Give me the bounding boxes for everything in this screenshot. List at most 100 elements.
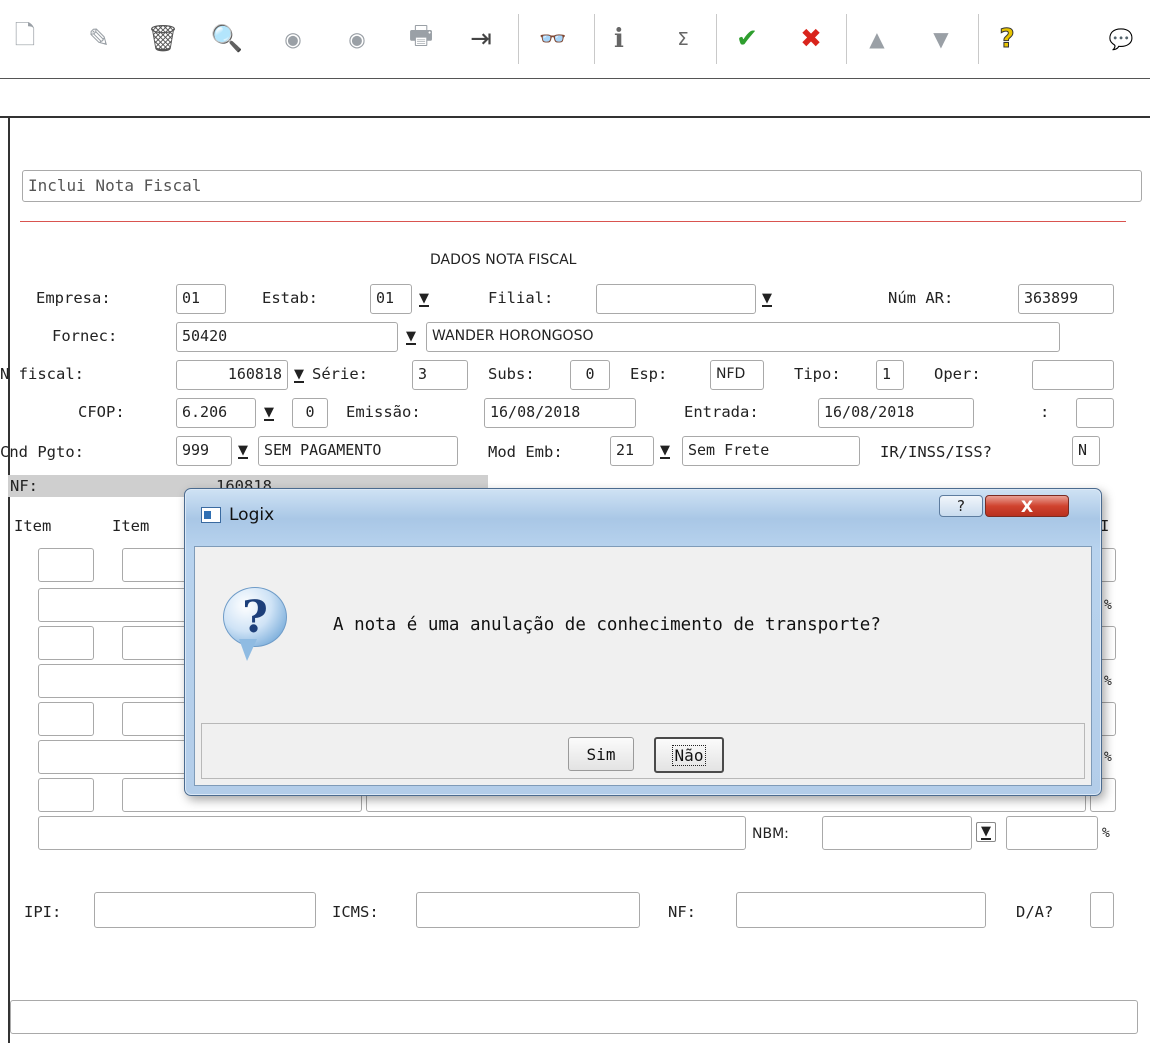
prev-icon[interactable]: ◉ bbox=[276, 22, 310, 56]
empresa-label: Empresa: bbox=[36, 289, 111, 307]
dialog-title: Logix bbox=[229, 505, 275, 525]
entrada-label: Entrada: bbox=[684, 403, 759, 421]
item-row-1-desc[interactable] bbox=[38, 588, 198, 622]
sigma-icon[interactable]: Σ bbox=[666, 22, 700, 56]
pct-input[interactable] bbox=[1006, 816, 1098, 850]
edit-icon[interactable]: ✎ bbox=[82, 22, 116, 56]
confirm-dialog: Logix ? X ? A nota é uma anulação de con… bbox=[184, 488, 1102, 796]
nf-label: NF: bbox=[10, 477, 38, 495]
num-ar-input[interactable]: 363899 bbox=[1018, 284, 1114, 314]
cfop-seq-input[interactable]: 0 bbox=[292, 398, 328, 428]
filial-input[interactable] bbox=[596, 284, 756, 314]
question-icon: ? bbox=[223, 587, 287, 647]
empresa-input[interactable]: 01 bbox=[176, 284, 226, 314]
up-icon[interactable]: ▲ bbox=[860, 22, 894, 56]
extra-input[interactable] bbox=[1076, 398, 1114, 428]
icms-input[interactable] bbox=[416, 892, 640, 928]
search-icon[interactable]: 🔍 bbox=[210, 22, 244, 56]
cancel-icon[interactable]: ✖ bbox=[794, 22, 828, 56]
filial-label: Filial: bbox=[488, 289, 554, 307]
item-column-header: Item bbox=[14, 517, 52, 535]
item-row-4-num[interactable] bbox=[38, 778, 94, 812]
fornec-label: Fornec: bbox=[52, 327, 118, 345]
entrada-input[interactable]: 16/08/2018 bbox=[818, 398, 974, 428]
header-divider bbox=[20, 221, 1126, 222]
nbm-input[interactable] bbox=[822, 816, 972, 850]
cnd-pgto-dropdown-icon[interactable]: ▼ bbox=[234, 440, 252, 462]
subs-label: Subs: bbox=[488, 365, 535, 383]
chat-icon[interactable]: 💬 bbox=[1104, 22, 1138, 56]
cfop-dropdown-icon[interactable]: ▼ bbox=[260, 402, 278, 424]
sim-button[interactable]: Sim bbox=[568, 737, 634, 771]
oper-input[interactable] bbox=[1032, 360, 1114, 390]
tipo-label: Tipo: bbox=[794, 365, 841, 383]
item2-column-header: Item bbox=[112, 517, 150, 535]
ir-inss-iss-input[interactable]: N bbox=[1072, 436, 1100, 466]
item-row-1-num[interactable] bbox=[38, 548, 94, 582]
delete-icon[interactable]: 🗑 bbox=[146, 22, 180, 56]
mod-emb-dropdown-icon[interactable]: ▼ bbox=[656, 440, 674, 462]
emissao-input[interactable]: 16/08/2018 bbox=[484, 398, 636, 428]
nf-total-label: NF: bbox=[668, 903, 696, 921]
cnd-pgto-label: Cnd Pgto: bbox=[0, 443, 84, 461]
fornec-name-field: WANDER HORONGOSO bbox=[426, 322, 1060, 352]
da-label: D/A? bbox=[1016, 903, 1054, 921]
fornec-dropdown-icon[interactable]: ▼ bbox=[402, 326, 420, 348]
nao-button[interactable]: Não bbox=[654, 737, 724, 773]
n-fiscal-input[interactable]: 160818 bbox=[176, 360, 288, 390]
serie-input[interactable]: 3 bbox=[412, 360, 468, 390]
exit-icon[interactable]: ⇥ bbox=[464, 22, 498, 56]
esp-input[interactable]: NFD bbox=[710, 360, 764, 390]
estab-label: Estab: bbox=[262, 289, 318, 307]
info-icon[interactable]: i bbox=[602, 22, 636, 56]
item-row-4-desc[interactable] bbox=[38, 816, 746, 850]
cnd-pgto-desc-field: SEM PAGAMENTO bbox=[258, 436, 458, 466]
new-doc-icon[interactable]: 🗋 bbox=[8, 21, 42, 56]
mod-emb-input[interactable]: 21 bbox=[610, 436, 654, 466]
filial-dropdown-icon[interactable]: ▼ bbox=[758, 288, 776, 310]
pct-label: % bbox=[1104, 598, 1112, 613]
dialog-body: ? A nota é uma anulação de conhecimento … bbox=[194, 546, 1092, 786]
down-icon[interactable]: ▼ bbox=[924, 22, 958, 56]
tipo-input[interactable]: 1 bbox=[876, 360, 904, 390]
item-row-2-desc[interactable] bbox=[38, 664, 198, 698]
find-icon[interactable]: 👓 bbox=[536, 22, 570, 56]
cfop-label: CFOP: bbox=[78, 403, 125, 421]
nbm-label: NBM: bbox=[752, 826, 789, 842]
cfop-input[interactable]: 6.206 bbox=[176, 398, 256, 428]
n-fiscal-dropdown-icon[interactable]: ▼ bbox=[290, 364, 308, 386]
item-row-3-desc[interactable] bbox=[38, 740, 198, 774]
nf-total-input[interactable] bbox=[736, 892, 986, 928]
icms-label: ICMS: bbox=[332, 903, 379, 921]
fornec-input[interactable]: 50420 bbox=[176, 322, 398, 352]
estab-dropdown-icon[interactable]: ▼ bbox=[415, 288, 433, 310]
section-title: DADOS NOTA FISCAL bbox=[430, 252, 577, 268]
num-ar-label: Núm AR: bbox=[888, 289, 954, 307]
toolbar-divider bbox=[0, 78, 1150, 118]
mod-emb-desc-field: Sem Frete bbox=[682, 436, 860, 466]
ipi-input[interactable] bbox=[94, 892, 316, 928]
pct-label: % bbox=[1104, 674, 1112, 689]
subs-input[interactable]: 0 bbox=[570, 360, 610, 390]
oper-label: Oper: bbox=[934, 365, 981, 383]
action-field: Inclui Nota Fiscal bbox=[22, 170, 1142, 202]
da-input[interactable] bbox=[1090, 892, 1114, 928]
n-fiscal-label: N fiscal: bbox=[0, 365, 84, 383]
serie-label: Série: bbox=[312, 365, 368, 383]
next-icon[interactable]: ◉ bbox=[340, 22, 374, 56]
item-row-3-num[interactable] bbox=[38, 702, 94, 736]
dialog-close-button[interactable]: X bbox=[985, 495, 1069, 517]
print-icon[interactable]: 🖶 bbox=[404, 21, 438, 56]
help-icon[interactable]: ? bbox=[990, 22, 1024, 56]
estab-input[interactable]: 01 bbox=[370, 284, 412, 314]
toolbar: 🗋 ✎ 🗑 🔍 ◉ ◉ 🖶 ⇥ 👓 i Σ ✔ ✖ ▲ ▼ ? 💬 bbox=[0, 0, 1150, 78]
question-icon-tail bbox=[239, 639, 257, 661]
esp-label: Esp: bbox=[630, 365, 668, 383]
window-left-border bbox=[8, 118, 10, 1043]
item-row-2-num[interactable] bbox=[38, 626, 94, 660]
cnd-pgto-input[interactable]: 999 bbox=[176, 436, 232, 466]
pct-label: % bbox=[1102, 826, 1110, 841]
dialog-help-button[interactable]: ? bbox=[939, 495, 983, 517]
nbm-dropdown-icon[interactable]: ▼ bbox=[976, 822, 996, 842]
confirm-icon[interactable]: ✔ bbox=[730, 22, 764, 56]
